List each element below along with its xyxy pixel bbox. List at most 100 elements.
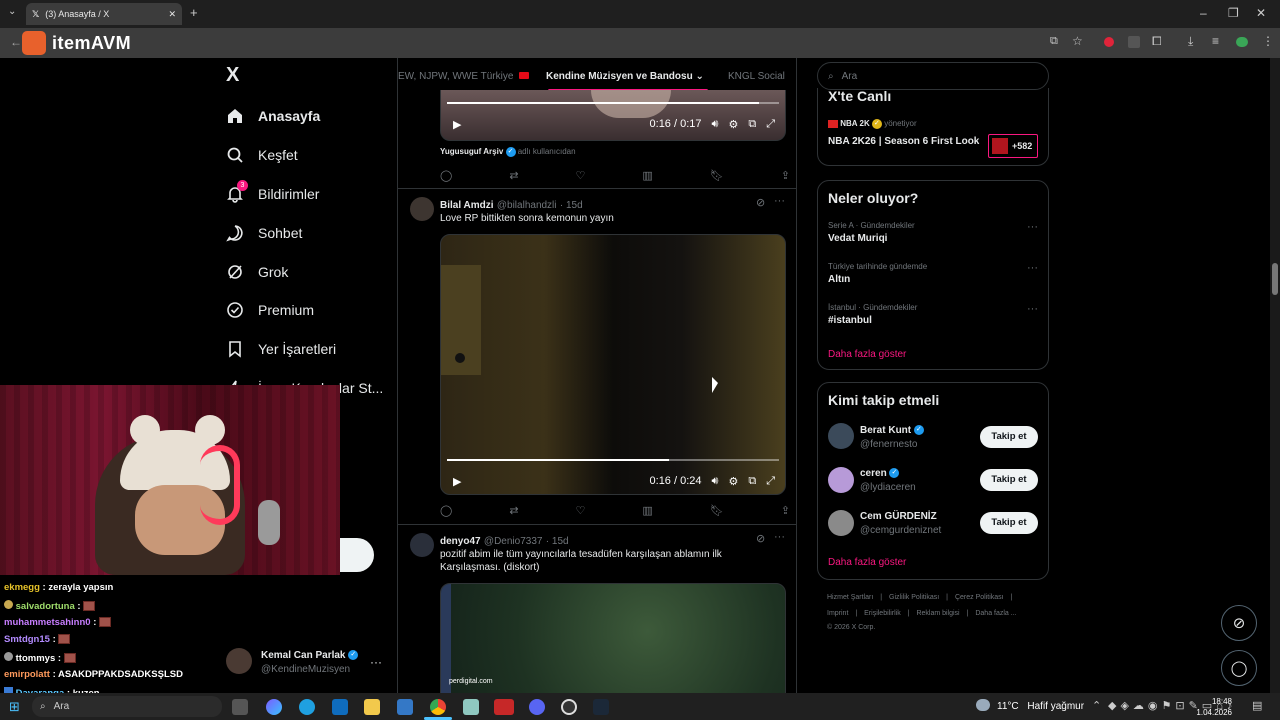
play-icon[interactable]: ▶ [453, 475, 461, 488]
follow-user-name[interactable]: Berat Kunt ✓ [860, 425, 924, 436]
source-name[interactable]: Yugusuguf Arşiv [440, 147, 503, 156]
avatar[interactable] [410, 197, 434, 221]
weather-temp[interactable]: 11°C Hafif yağmur [997, 701, 1084, 712]
share-icon[interactable]: ⇪ [781, 504, 790, 517]
bookmark-icon[interactable]: 🔖︎ [710, 504, 724, 517]
follow-user-name[interactable]: ceren ✓ [860, 468, 900, 479]
share-icon[interactable]: ⇪ [781, 169, 790, 182]
download-icon[interactable]: ⤓ [1188, 34, 1193, 49]
live-host[interactable]: NBA 2K ✓ yönetiyor [828, 119, 917, 129]
play-icon[interactable]: ▶ [453, 118, 461, 131]
app-icon[interactable] [463, 699, 479, 715]
pip-icon[interactable]: ⧉ [748, 118, 756, 131]
mail-icon[interactable] [397, 699, 413, 715]
store-icon[interactable] [332, 699, 348, 715]
footer-link[interactable]: Gizlilik Politikası [889, 594, 939, 601]
avatar[interactable] [226, 648, 252, 674]
notification-center-icon[interactable]: ▤ [1252, 699, 1262, 712]
volume-icon[interactable]: 🔊︎ [712, 118, 719, 131]
grok-icon[interactable]: ⊘ [756, 196, 765, 209]
footer-link[interactable]: Daha fazla ... [975, 610, 1016, 617]
media-icon[interactable]: ≡ [1212, 34, 1219, 48]
avatar[interactable] [410, 533, 434, 557]
tweet-video[interactable]: ▶ 0:16 / 0:24 🔊︎ ⚙ ⧉ ⤢ [440, 234, 786, 495]
tab-list-icon[interactable]: ⌄ [8, 6, 16, 17]
trend-item[interactable]: Türkiye tarihinde gündemde Altın [828, 262, 927, 285]
extension-icon[interactable] [1128, 36, 1140, 48]
tab-kendine-muzisyen[interactable]: Kendine Müzisyen ve Bandosu ⌄ [546, 71, 704, 82]
task-view-icon[interactable] [232, 699, 248, 715]
pip-icon[interactable]: ⧉ [748, 475, 756, 488]
show-more-link[interactable]: Daha fazla göster [828, 557, 906, 568]
tray-expand-icon[interactable]: ⌃ [1092, 699, 1101, 712]
sidebar-item-premium[interactable]: Premium [226, 298, 314, 322]
tweet-video[interactable]: perdigital.com [440, 583, 786, 693]
back-icon[interactable]: ← [10, 35, 22, 49]
sidebar-item-home[interactable]: Anasayfa [226, 104, 320, 128]
minimize-button[interactable]: – [1200, 6, 1207, 20]
search-input[interactable]: ⌕ Ara [817, 62, 1049, 90]
tweet-handle[interactable]: @Denio7337 [484, 536, 543, 547]
folder-icon[interactable] [364, 699, 380, 715]
tweet-author[interactable]: Bilal Amdzi [440, 200, 494, 211]
grok-icon[interactable]: ⊘ [756, 532, 765, 545]
windows-start-icon[interactable]: ⊞ [9, 699, 20, 715]
footer-link[interactable]: Hizmet Şartları [827, 594, 873, 601]
profile-icon[interactable] [1236, 37, 1248, 47]
avatar[interactable] [828, 467, 854, 493]
puzzle-icon[interactable]: ⧠ [1152, 34, 1162, 49]
footer-link[interactable]: Erişilebilirlik [864, 610, 901, 617]
discord-icon[interactable] [529, 699, 545, 715]
retweet-icon[interactable]: ⇄ [509, 504, 518, 517]
obs-icon[interactable] [561, 699, 577, 715]
tab-wrestling[interactable]: EW, NJPW, WWE Türkiye [398, 71, 530, 82]
reply-icon[interactable]: ◯ [440, 169, 452, 182]
follow-button[interactable]: Takip et [980, 469, 1038, 491]
taskbar-search[interactable]: ⌕ Ara [32, 696, 222, 717]
sidebar-item-chat[interactable]: Sohbet [226, 221, 302, 245]
account-more-icon[interactable]: ··· [370, 655, 382, 669]
star-icon[interactable]: ☆ [1072, 34, 1083, 48]
fullscreen-icon[interactable]: ⤢ [766, 118, 775, 131]
footer-link[interactable]: Reklam bilgisi [916, 610, 959, 617]
extension-icon[interactable] [1104, 37, 1114, 47]
sidebar-item-bookmarks[interactable]: Yer İşaretleri [226, 337, 336, 361]
like-icon[interactable]: ♡ [576, 504, 586, 517]
footer-link[interactable]: Çerez Politikası [955, 594, 1004, 601]
live-stream-title[interactable]: NBA 2K26 | Season 6 First Look [828, 136, 979, 147]
more-icon[interactable]: ··· [774, 195, 785, 207]
video-progress-bar[interactable] [447, 459, 779, 461]
scrollbar-thumb[interactable] [1272, 263, 1278, 295]
maximize-button[interactable]: ❐ [1228, 6, 1239, 20]
follow-button[interactable]: Takip et [980, 512, 1038, 534]
trend-item[interactable]: İstanbul · Gündemdekiler #istanbul [828, 303, 917, 326]
taskbar-clock[interactable]: 18:48 1.04.2026 [1196, 696, 1232, 718]
tweet-time[interactable]: · 15d [560, 200, 583, 211]
more-icon[interactable]: ··· [774, 531, 785, 543]
settings-icon[interactable]: ⚙ [728, 118, 738, 131]
sidebar-item-grok[interactable]: Grok [226, 260, 288, 284]
copilot-icon[interactable] [266, 699, 282, 715]
footer-link[interactable]: Imprint [827, 610, 848, 617]
tweet-author[interactable]: denyo47 [440, 536, 481, 547]
edge-icon[interactable] [299, 699, 315, 715]
volume-icon[interactable]: 🔊︎ [712, 475, 719, 488]
follow-user-name[interactable]: Cem GÜRDENİZ [860, 511, 937, 522]
trend-item[interactable]: Serie A · Gündemdekiler Vedat Muriqi [828, 221, 915, 244]
trend-more-icon[interactable]: ··· [1027, 303, 1038, 315]
reply-icon[interactable]: ◯ [440, 504, 452, 517]
trend-more-icon[interactable]: ··· [1027, 262, 1038, 274]
page-scrollbar[interactable] [1270, 58, 1280, 693]
tweet-handle[interactable]: @bilalhandzli [497, 200, 557, 211]
menu-icon[interactable]: ⋮ [1262, 34, 1274, 48]
steam-icon[interactable] [593, 699, 609, 715]
avatar[interactable] [828, 510, 854, 536]
cast-icon[interactable]: ⧉ [1050, 35, 1058, 48]
retweet-icon[interactable]: ⇄ [509, 169, 518, 182]
weather-icon[interactable] [976, 699, 990, 711]
tweet-video[interactable]: ▶ 0:16 / 0:17 🔊︎ ⚙ ⧉ ⤢ [440, 90, 786, 141]
x-logo-icon[interactable]: X [226, 64, 239, 87]
account-name[interactable]: Kemal Can Parlak ✓ [261, 650, 359, 661]
show-more-link[interactable]: Daha fazla göster [828, 349, 906, 360]
like-icon[interactable]: ♡ [576, 169, 586, 182]
